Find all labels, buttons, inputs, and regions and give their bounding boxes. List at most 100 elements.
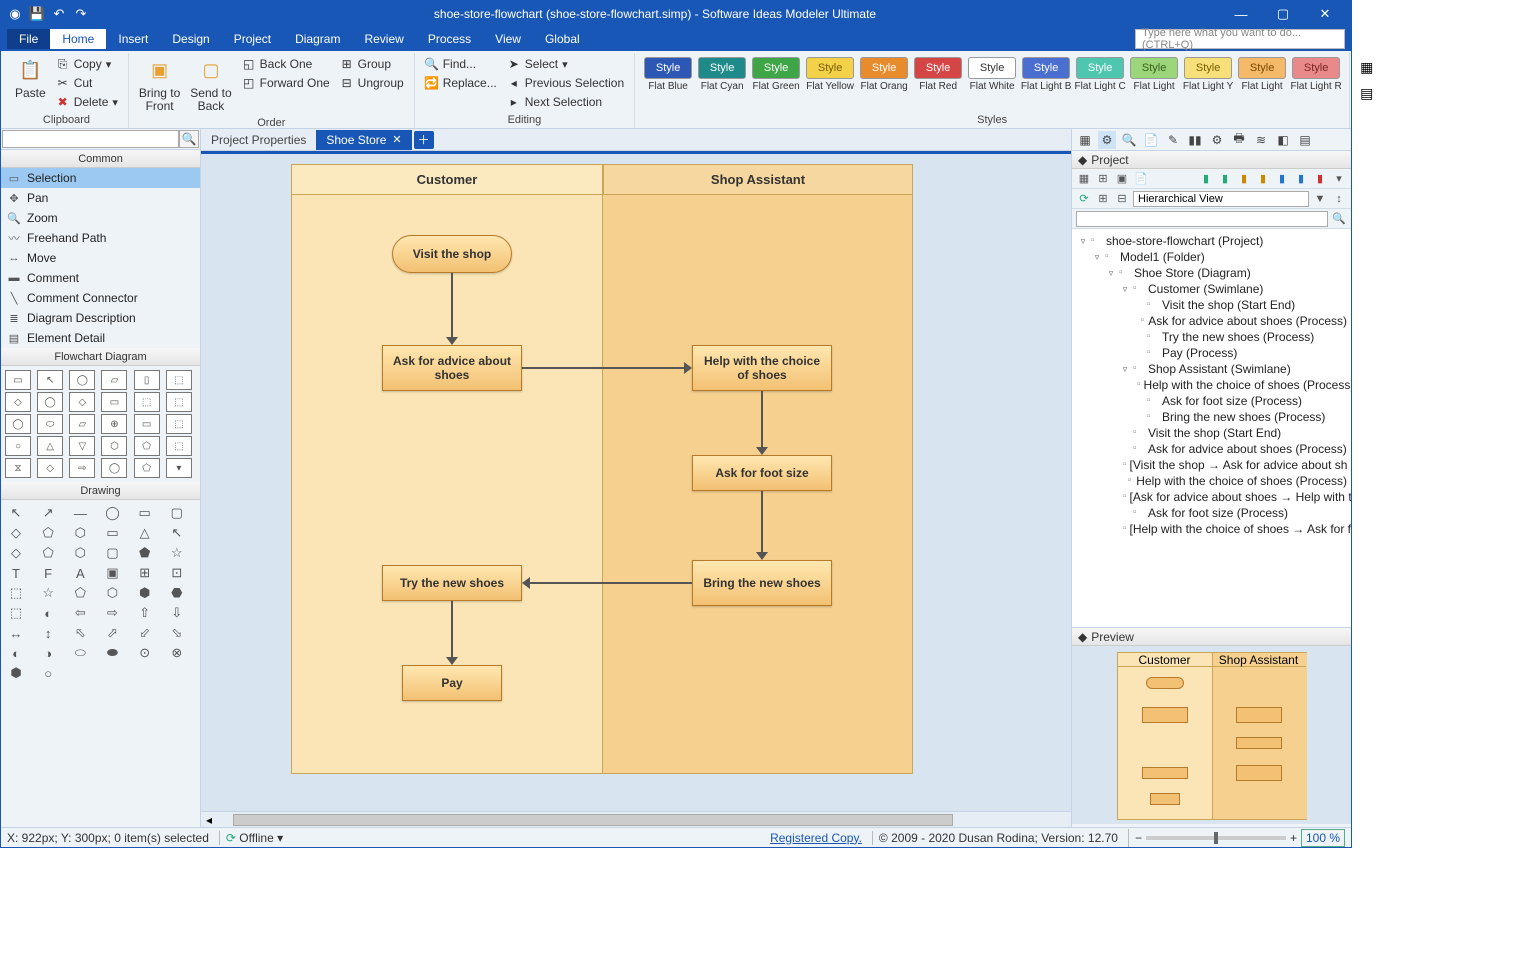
draw-tool[interactable]: ⇨	[101, 604, 123, 622]
send-back-button[interactable]: ▢Send to Back	[186, 55, 235, 115]
shape-tool[interactable]: △	[37, 436, 63, 456]
draw-tool[interactable]: △	[134, 524, 156, 542]
draw-tool[interactable]: ⬡	[69, 544, 91, 562]
tree-node[interactable]: ▫Visit the shop (Start End)	[1074, 425, 1349, 441]
tool-move[interactable]: ↔Move	[1, 248, 200, 268]
shape-tool[interactable]: ⬭	[37, 414, 63, 434]
node-ask[interactable]: Ask for advice about shoes	[382, 345, 522, 391]
prev-sel-button[interactable]: ◂Previous Selection	[503, 74, 628, 92]
draw-tool[interactable]: —	[69, 504, 91, 522]
select-button[interactable]: ➤Select ▾	[503, 55, 628, 73]
rtool-icon[interactable]: ▤	[1296, 131, 1314, 149]
menu-review[interactable]: Review	[352, 29, 415, 49]
draw-tool[interactable]: F	[37, 564, 59, 582]
ptool-icon[interactable]: ▮	[1255, 171, 1271, 187]
ptool-icon[interactable]: ▣	[1114, 171, 1130, 187]
ptool-icon[interactable]: ⊞	[1095, 171, 1111, 187]
draw-tool[interactable]: ⬢	[134, 584, 156, 602]
draw-tool[interactable]: ⇦	[69, 604, 91, 622]
tool-selection[interactable]: ▭Selection	[1, 168, 200, 188]
shape-tool[interactable]: ◯	[101, 458, 127, 478]
tree-node[interactable]: ▫Visit the shop (Start End)	[1074, 297, 1349, 313]
shape-tool[interactable]: ⬡	[101, 436, 127, 456]
style-swatch[interactable]: Style	[914, 57, 962, 79]
style-swatch[interactable]: Style	[1184, 57, 1232, 79]
menu-project[interactable]: Project	[222, 29, 283, 49]
style-swatch[interactable]: Style	[1022, 57, 1070, 79]
draw-tool[interactable]: ◐	[5, 644, 27, 662]
zoom-control[interactable]: −+ 100 %	[1128, 829, 1345, 847]
ptool-icon[interactable]: 📄	[1133, 171, 1149, 187]
shape-tool[interactable]: ▭	[134, 414, 160, 434]
rtool-icon[interactable]: ◧	[1274, 131, 1292, 149]
draw-tool[interactable]: ◇	[5, 544, 27, 562]
shape-tool[interactable]: ▾	[166, 458, 192, 478]
draw-tool[interactable]: ⊗	[166, 644, 188, 662]
group-button[interactable]: ⊞Group	[336, 55, 408, 73]
draw-tool[interactable]: ⬠	[69, 584, 91, 602]
menu-insert[interactable]: Insert	[106, 29, 160, 49]
draw-tool[interactable]: ⇩	[166, 604, 188, 622]
expand-icon[interactable]: ⊞	[1095, 191, 1111, 207]
tree-node[interactable]: ▿▫Model1 (Folder)	[1074, 249, 1349, 265]
ribbon-extra-icon[interactable]: ▦	[1356, 55, 1377, 80]
draw-tool[interactable]: ↖	[5, 504, 27, 522]
draw-tool[interactable]: ▭	[101, 524, 123, 542]
draw-tool[interactable]: ⬟	[134, 544, 156, 562]
project-tree[interactable]: ▿▫shoe-store-flowchart (Project)▿▫Model1…	[1072, 229, 1351, 627]
redo-icon[interactable]: ↷	[73, 6, 89, 22]
draw-tool[interactable]: ⬬	[101, 644, 123, 662]
draw-tool[interactable]: ⬠	[37, 544, 59, 562]
draw-tool[interactable]: ⬢	[5, 664, 27, 682]
style-swatch[interactable]: Style	[1292, 57, 1340, 79]
node-visit[interactable]: Visit the shop	[392, 235, 512, 273]
bring-front-button[interactable]: ▣Bring to Front	[135, 55, 184, 115]
shape-tool[interactable]: ⧖	[5, 458, 31, 478]
draw-tool[interactable]: ⬚	[5, 584, 27, 602]
rtool-icon[interactable]: ⚙	[1208, 131, 1226, 149]
replace-button[interactable]: 🔁Replace...	[421, 74, 501, 92]
style-swatch[interactable]: Style	[644, 57, 692, 79]
tree-search-input[interactable]	[1076, 211, 1328, 227]
rtool-icon[interactable]: 📄	[1142, 131, 1160, 149]
draw-tool[interactable]: ⊞	[134, 564, 156, 582]
ungroup-button[interactable]: ⊟Ungroup	[336, 74, 408, 92]
style-swatch[interactable]: Style	[752, 57, 800, 79]
shape-tool[interactable]: ▽	[69, 436, 95, 456]
draw-tool[interactable]: ▢	[101, 544, 123, 562]
filter-icon[interactable]: ▼	[1312, 191, 1328, 207]
draw-tool[interactable]: ◑	[37, 644, 59, 662]
draw-tool[interactable]: ⬃	[134, 624, 156, 642]
find-button[interactable]: 🔍Find...	[421, 55, 501, 73]
tool-comment[interactable]: ▬Comment	[1, 268, 200, 288]
tool-pan[interactable]: ✥Pan	[1, 188, 200, 208]
shape-tool[interactable]: ⬠	[134, 436, 160, 456]
shape-tool[interactable]: ⬚	[166, 436, 192, 456]
tree-node[interactable]: ▫[Help with the choice of shoes → Ask fo…	[1074, 521, 1349, 537]
style-swatch[interactable]: Style	[860, 57, 908, 79]
draw-tool[interactable]: ↖	[166, 524, 188, 542]
style-swatch[interactable]: Style	[806, 57, 854, 79]
shape-tool[interactable]: ◯	[69, 370, 95, 390]
save-icon[interactable]: 💾	[29, 6, 45, 22]
tree-node[interactable]: ▫Ask for advice about shoes (Process)	[1074, 313, 1349, 329]
tree-node[interactable]: ▿▫Shop Assistant (Swimlane)	[1074, 361, 1349, 377]
tool-element-detail[interactable]: ▤Element Detail	[1, 328, 200, 348]
menu-diagram[interactable]: Diagram	[283, 29, 352, 49]
draw-tool[interactable]: ⬠	[37, 524, 59, 542]
draw-tool[interactable]: ◇	[5, 524, 27, 542]
shape-tool[interactable]: ↖	[37, 370, 63, 390]
tree-node[interactable]: ▫[Visit the shop → Ask for advice about …	[1074, 457, 1349, 473]
draw-tool[interactable]: ⬀	[101, 624, 123, 642]
draw-tool[interactable]: ◐	[37, 604, 59, 622]
command-search[interactable]: Type here what you want to do... (CTRL+Q…	[1135, 29, 1345, 49]
rtool-icon[interactable]: ✎	[1164, 131, 1182, 149]
rtool-icon[interactable]: ⚙	[1098, 131, 1116, 149]
node-pay[interactable]: Pay	[402, 665, 502, 701]
close-button[interactable]: ✕	[1305, 2, 1345, 26]
tool-freehand-path[interactable]: 〰Freehand Path	[1, 228, 200, 248]
shape-tool[interactable]: ○	[5, 436, 31, 456]
tree-node[interactable]: ▫Ask for foot size (Process)	[1074, 505, 1349, 521]
style-swatch[interactable]: Style	[1238, 57, 1286, 79]
ptool-icon[interactable]: ▮	[1274, 171, 1290, 187]
